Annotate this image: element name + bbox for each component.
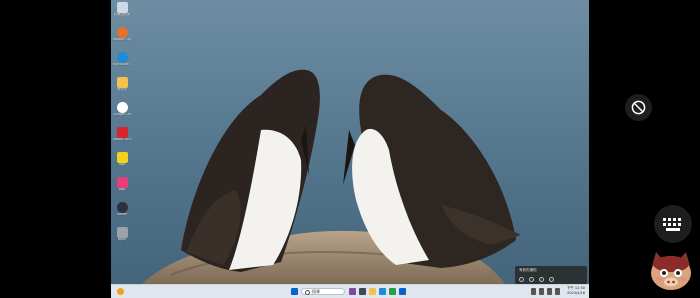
- recycle-bin-icon: [116, 2, 128, 13]
- disconnect-button[interactable]: [625, 94, 652, 121]
- app-icon[interactable]: [399, 288, 406, 295]
- app-orange-icon: [116, 27, 128, 38]
- app-dark-icon: [116, 202, 128, 213]
- edge-icon: [116, 52, 128, 63]
- desktop-icon-app-grey[interactable]: Apps: [113, 227, 131, 242]
- notification-text: 有新的通知: [519, 268, 537, 272]
- desktop-icon-pdf[interactable]: Adobe Acrobat: [113, 127, 131, 142]
- desktop-icon-label: 資源回收筒: [113, 13, 131, 16]
- desktop-icon-app-pink[interactable]: App: [113, 177, 131, 192]
- notification-action-icon[interactable]: [549, 277, 554, 282]
- desktop-icon-label: App: [118, 188, 126, 191]
- pdf-icon: [116, 127, 128, 138]
- desktop-icon-label: Adobe Acrobat: [113, 138, 131, 141]
- wallpaper-penguins-photo: [111, 0, 589, 285]
- desktop-icon-label: 資料夾: [117, 88, 127, 91]
- desktop-icon-label: Google Chrome: [113, 113, 131, 116]
- notification-action-icon[interactable]: [519, 277, 524, 282]
- desktop-icon-app-dark[interactable]: Steam: [113, 202, 131, 217]
- desktop-icon-app-orange[interactable]: Ubisoft Connect: [113, 27, 131, 42]
- keyboard-button[interactable]: [654, 205, 692, 243]
- desktop-icon-label: Ubisoft Connect: [113, 38, 131, 41]
- desktop-icon-label: Microsoft Edge: [113, 63, 131, 66]
- folder-icon: [116, 77, 128, 88]
- weather-icon[interactable]: [117, 288, 124, 295]
- remote-desktop-screen[interactable]: 資源回收筒 Ubisoft Connect Microsoft Edge 資料夾 Goo…: [111, 0, 589, 298]
- taskbar: 搜尋 下午 12:30 2024/4/16: [111, 284, 589, 298]
- taskbar-search-label: 搜尋: [312, 289, 320, 294]
- desktop-icon-label: App: [118, 163, 126, 166]
- notification-action-icon[interactable]: [539, 277, 544, 282]
- taskbar-clock[interactable]: 下午 12:30 2024/4/16: [565, 286, 585, 296]
- app-icon[interactable]: [389, 288, 396, 295]
- edge-icon[interactable]: [379, 288, 386, 295]
- keyboard-icon: [663, 217, 681, 231]
- chevron-up-icon[interactable]: [531, 288, 536, 295]
- volume-icon[interactable]: [547, 288, 552, 295]
- folder-icon[interactable]: [369, 288, 376, 295]
- app-yellow-icon: [116, 152, 128, 163]
- desktop-icon-chrome[interactable]: Google Chrome: [113, 102, 131, 117]
- desktop-icon-folder[interactable]: 資料夾: [113, 77, 131, 92]
- notification-toast[interactable]: 有新的通知: [515, 266, 587, 284]
- battery-icon[interactable]: [555, 288, 560, 295]
- mascot-logo: [651, 252, 691, 290]
- wifi-icon[interactable]: [539, 288, 544, 295]
- chrome-icon: [116, 102, 128, 113]
- desktop-icon-edge[interactable]: Microsoft Edge: [113, 52, 131, 67]
- desktop-icon-label: Steam: [116, 213, 128, 216]
- start-icon[interactable]: [291, 288, 298, 295]
- desktop-icon-app-yellow[interactable]: App: [113, 152, 131, 167]
- slash-circle-icon: [631, 100, 646, 115]
- app-icon[interactable]: [349, 288, 356, 295]
- app-pink-icon: [116, 177, 128, 188]
- search-icon: [305, 290, 310, 295]
- app-icon[interactable]: [359, 288, 366, 295]
- desktop-icon-label: Apps: [117, 238, 127, 241]
- taskbar-search[interactable]: 搜尋: [301, 288, 345, 295]
- app-grey-icon: [116, 227, 128, 238]
- desktop-icon-recycle-bin[interactable]: 資源回收筒: [113, 2, 131, 17]
- clock-date: 2024/4/16: [567, 291, 585, 295]
- notification-action-icon[interactable]: [529, 277, 534, 282]
